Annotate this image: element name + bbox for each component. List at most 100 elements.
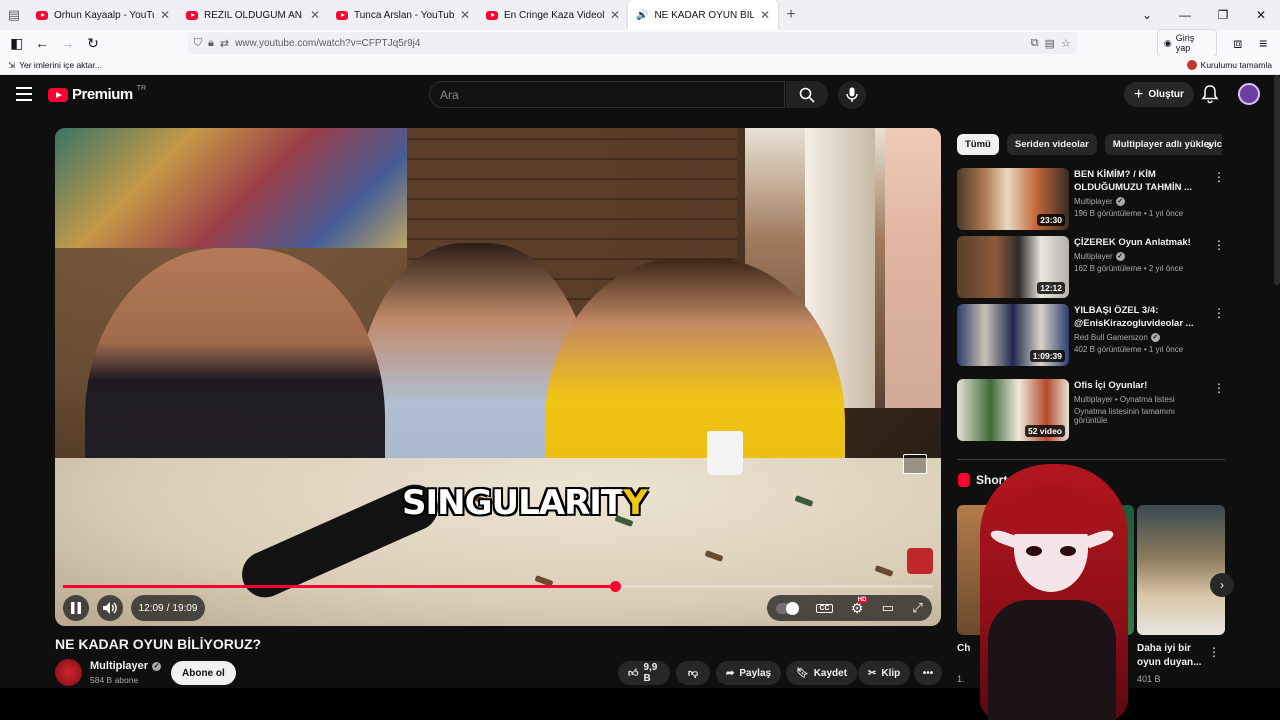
fullscreen-icon[interactable]: ⤢ bbox=[912, 600, 922, 616]
chip-all[interactable]: Tümü bbox=[957, 134, 999, 155]
channel-name-text[interactable]: Multiplayer bbox=[1074, 197, 1113, 206]
hamburger-menu-icon[interactable] bbox=[16, 87, 32, 101]
channel-name-text[interactable]: Red Bull Gamerszon bbox=[1074, 333, 1148, 342]
short-title[interactable]: Daha iyi bir oyun duyan... bbox=[1137, 642, 1209, 670]
theater-mode-icon[interactable]: ▭ bbox=[882, 600, 894, 616]
playlist-thumbnail[interactable]: 52 video bbox=[957, 379, 1069, 441]
channel-name-text[interactable]: Multiplayer • Oynatma listesi bbox=[1074, 395, 1175, 404]
url-text[interactable]: www.youtube.com/watch?v=CFPTJq5r9j4 bbox=[235, 38, 1025, 49]
pause-button[interactable] bbox=[63, 595, 89, 621]
search-button[interactable] bbox=[786, 81, 828, 108]
more-vertical-icon[interactable]: ⋮ bbox=[1213, 238, 1225, 252]
user-avatar[interactable] bbox=[1238, 83, 1260, 105]
channel-name-text[interactable]: Multiplayer bbox=[90, 660, 148, 672]
signin-button[interactable]: ◉ Giriş yap bbox=[1156, 29, 1218, 57]
reader-view-icon[interactable]: ▤ bbox=[1045, 37, 1055, 50]
sidebar-toggle-icon[interactable]: ◧ bbox=[6, 32, 27, 54]
close-tab-icon[interactable]: ✕ bbox=[760, 8, 770, 22]
short-card[interactable] bbox=[1137, 505, 1225, 635]
speaker-icon[interactable]: 🔊 bbox=[636, 10, 648, 21]
subtitles-icon[interactable]: CC bbox=[816, 603, 833, 613]
close-tab-icon[interactable]: ✕ bbox=[610, 8, 620, 22]
more-actions-button[interactable]: ••• bbox=[914, 661, 942, 685]
youtube-premium-logo[interactable]: Premium TR bbox=[48, 85, 146, 103]
channel-name-text[interactable]: Multiplayer bbox=[1074, 252, 1113, 261]
close-tab-icon[interactable]: ✕ bbox=[460, 8, 470, 22]
autoplay-toggle[interactable] bbox=[776, 601, 800, 615]
url-bar[interactable]: ⛉ 🔒︎ ⇄ www.youtube.com/watch?v=CFPTJq5r9… bbox=[187, 32, 1077, 54]
video-title[interactable]: BEN KİMİM? / KİM OLDUĞUMUZU TAHMİN ... bbox=[1074, 168, 1204, 194]
more-vertical-icon[interactable]: ⋮ bbox=[1213, 381, 1225, 395]
notifications-bell-icon[interactable] bbox=[1200, 84, 1220, 104]
bookmark-star-icon[interactable]: ☆ bbox=[1061, 37, 1071, 50]
plus-icon: + bbox=[1134, 85, 1144, 103]
dislike-button[interactable]: 👎︎ bbox=[676, 661, 710, 685]
new-tab-button[interactable]: + bbox=[778, 6, 804, 24]
chip-series[interactable]: Seriden videolar bbox=[1006, 134, 1097, 155]
close-tab-icon[interactable]: ✕ bbox=[310, 8, 320, 22]
video-title[interactable]: YILBAŞI ÖZEL 3/4: @EnisKirazogluvideolar… bbox=[1074, 304, 1204, 330]
create-label: Oluştur bbox=[1148, 89, 1184, 100]
progress-bar[interactable] bbox=[63, 581, 933, 592]
more-vertical-icon[interactable]: ⋮ bbox=[1208, 645, 1220, 659]
voice-search-button[interactable] bbox=[838, 81, 866, 109]
verified-check-icon: ✓ bbox=[1150, 333, 1160, 342]
browser-tab-title: REZİL OLDUĞUM AN / CNN M... bbox=[204, 9, 304, 21]
scrubber-handle[interactable] bbox=[609, 581, 621, 592]
import-bookmarks-link[interactable]: Yer imlerini içe aktar... bbox=[19, 60, 102, 70]
clip-button[interactable]: ✂ Klip bbox=[858, 661, 911, 685]
lock-icon[interactable]: 🔒︎ bbox=[208, 37, 214, 50]
playlist-title[interactable]: Ofis İçi Oyunlar! bbox=[1074, 379, 1204, 392]
search-placeholder: Ara bbox=[440, 87, 459, 102]
settings-gear-icon[interactable]: ⚙ HD bbox=[851, 596, 868, 617]
video-player[interactable]: SINGULARITY 12:09 / 19:09 CC ⚙ HD ▭ ⤢ bbox=[55, 128, 941, 626]
save-button[interactable]: 🔖︎ Kaydet bbox=[786, 661, 858, 685]
chevron-down-icon[interactable]: ⌄ bbox=[1128, 8, 1166, 22]
like-button[interactable]: 👍︎ 9,9 B bbox=[618, 661, 670, 685]
recommended-video[interactable]: 1:09:39 YILBAŞI ÖZEL 3/4: @EnisKirazoglu… bbox=[957, 304, 1225, 366]
recommended-video[interactable]: 12:12 ÇİZEREK Oyun Anlatmak! Multiplayer… bbox=[957, 236, 1225, 298]
browser-tab[interactable]: Orhun Kayaalp - YouTube ✕ bbox=[28, 0, 178, 30]
browser-tab[interactable]: En Cringe Kaza Videoları! @csni ✕ bbox=[478, 0, 628, 30]
finish-setup-link[interactable]: Kurulumu tamamla bbox=[1186, 60, 1272, 70]
volume-button[interactable] bbox=[97, 595, 123, 621]
browser-tab-active[interactable]: 🔊 NE KADAR OYUN BİLİYORU ✕ bbox=[628, 0, 778, 30]
browser-tab[interactable]: REZİL OLDUĞUM AN / CNN M... ✕ bbox=[178, 0, 328, 30]
restore-icon[interactable]: ❐ bbox=[1204, 8, 1242, 22]
view-full-playlist-link[interactable]: Oynatma listesinin tamamını görüntüle bbox=[1074, 407, 1204, 425]
back-icon[interactable]: ← bbox=[31, 32, 52, 54]
page-scrollbar[interactable] bbox=[1274, 75, 1280, 285]
forward-icon[interactable]: → bbox=[57, 32, 78, 54]
extensions-icon[interactable]: ⧈ bbox=[1227, 32, 1248, 54]
share-button[interactable]: ➦ Paylaş bbox=[716, 661, 782, 685]
tab-list-icon[interactable]: ▤ bbox=[0, 0, 28, 30]
recommended-video[interactable]: 23:30 BEN KİMİM? / KİM OLDUĞUMUZU TAHMİN… bbox=[957, 168, 1225, 230]
channel-name[interactable]: Multiplayer ✓ bbox=[90, 660, 162, 672]
reload-icon[interactable]: ↻ bbox=[82, 32, 103, 54]
chevron-right-icon[interactable]: › bbox=[1200, 136, 1218, 154]
more-vertical-icon[interactable]: ⋮ bbox=[1213, 306, 1225, 320]
channel-watermark-icon[interactable] bbox=[907, 548, 933, 574]
browser-tab[interactable]: Tunca Arslan - YouTube ✕ bbox=[328, 0, 478, 30]
permissions-icon[interactable]: ⇄ bbox=[220, 37, 229, 50]
minimize-icon[interactable]: — bbox=[1166, 8, 1204, 22]
miniplayer-icon[interactable] bbox=[903, 454, 927, 474]
video-thumbnail[interactable]: 23:30 bbox=[957, 168, 1069, 230]
shorts-next-button[interactable]: › bbox=[1210, 573, 1234, 597]
close-window-icon[interactable]: ✕ bbox=[1242, 8, 1280, 22]
video-thumbnail[interactable]: 12:12 bbox=[957, 236, 1069, 298]
picture-in-picture-icon[interactable]: ⧉ bbox=[1031, 37, 1039, 50]
more-vertical-icon[interactable]: ⋮ bbox=[1213, 170, 1225, 184]
video-thumbnail[interactable]: 1:09:39 bbox=[957, 304, 1069, 366]
menu-icon[interactable]: ≡ bbox=[1253, 32, 1274, 54]
create-button[interactable]: + Oluştur bbox=[1124, 82, 1194, 107]
vtuber-avatar-overlay bbox=[968, 460, 1136, 720]
close-tab-icon[interactable]: ✕ bbox=[160, 8, 170, 22]
recommended-playlist[interactable]: 52 video Ofis İçi Oyunlar! Multiplayer •… bbox=[957, 379, 1225, 441]
subscribe-button[interactable]: Abone ol bbox=[171, 661, 236, 685]
shield-icon[interactable]: ⛉ bbox=[194, 37, 202, 50]
browser-tab-title: En Cringe Kaza Videoları! @csni bbox=[504, 9, 604, 21]
channel-avatar[interactable] bbox=[55, 659, 82, 686]
search-input[interactable]: Ara bbox=[429, 81, 785, 108]
video-title[interactable]: ÇİZEREK Oyun Anlatmak! bbox=[1074, 236, 1204, 249]
